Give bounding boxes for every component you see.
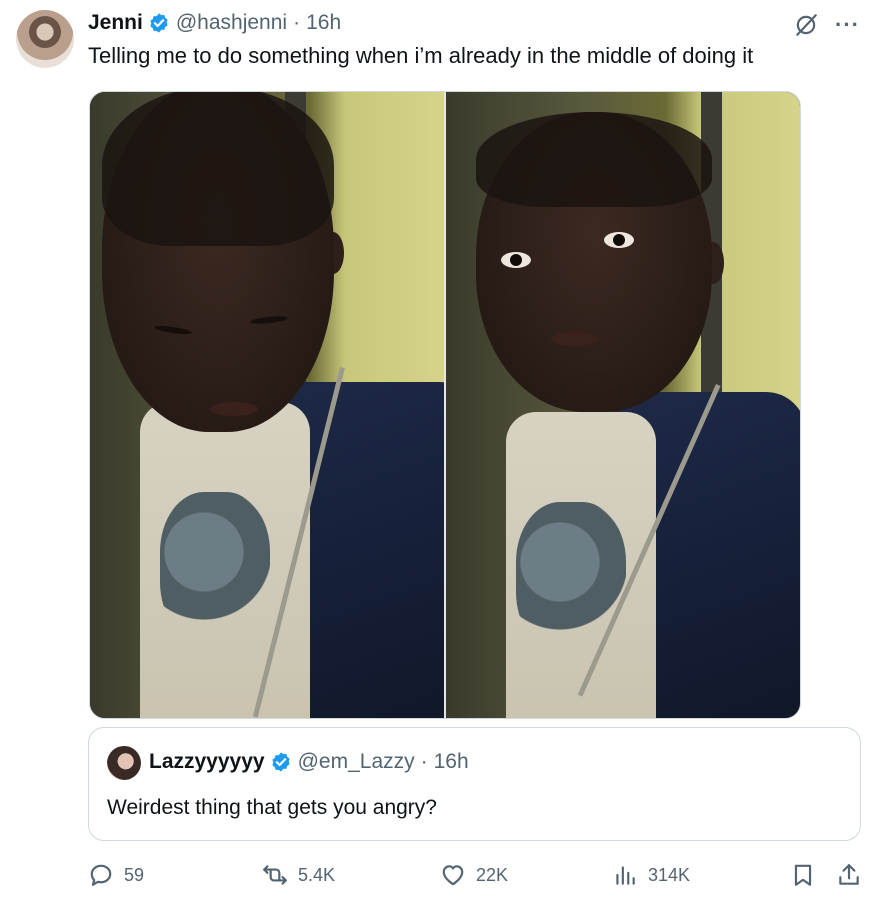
mouth	[210, 402, 258, 416]
media-panel-left	[90, 92, 444, 718]
boy-hair	[476, 112, 712, 207]
like-icon	[442, 865, 464, 886]
reply-icon	[90, 864, 112, 886]
quoted-handle: @em_Lazzy	[297, 750, 415, 773]
author-handle[interactable]: @hashjenni	[176, 11, 287, 35]
separator-dot: ·	[293, 11, 301, 34]
bookmark-button[interactable]	[790, 862, 816, 888]
quoted-time: 16h	[433, 750, 469, 773]
share-icon	[839, 864, 859, 885]
tweet-actions-bar: 59 5.4K 22K 314K	[0, 862, 882, 894]
author-name[interactable]: Jenni	[88, 11, 143, 35]
more-icon[interactable]: ···	[835, 14, 860, 36]
grok-icon[interactable]	[793, 12, 819, 38]
repost-icon	[263, 865, 287, 885]
tweet-top-actions: ···	[793, 12, 860, 38]
views-count: 314K	[648, 864, 691, 885]
quoted-tweet[interactable]: Lazzyyyyyy @em_Lazzy · 16h Weirdest thin…	[88, 727, 861, 841]
like-button[interactable]: 22K	[440, 862, 508, 888]
verified-badge-icon	[150, 13, 168, 33]
reply-button[interactable]: 59	[88, 862, 144, 888]
repost-button[interactable]: 5.4K	[262, 862, 335, 888]
views-icon	[616, 866, 635, 885]
share-button[interactable]	[836, 862, 862, 888]
quoted-header: Lazzyyyyyy @em_Lazzy · 16h	[149, 750, 469, 774]
quoted-text: Weirdest thing that gets you angry?	[107, 796, 437, 819]
tweet-time[interactable]: 16h	[306, 11, 341, 35]
like-count: 22K	[476, 864, 509, 885]
reply-count: 59	[124, 864, 145, 885]
eye-right	[604, 232, 634, 248]
media-panel-right	[444, 92, 800, 718]
mouth	[551, 332, 599, 346]
quoted-author-name: Lazzyyyyyy	[149, 750, 265, 773]
tweet-text: Telling me to do something when i’m alre…	[88, 43, 754, 68]
verified-badge-icon	[271, 752, 290, 772]
bookmark-icon	[794, 864, 812, 886]
author-avatar[interactable]	[16, 10, 74, 68]
boy-hair	[102, 92, 334, 246]
quoted-avatar	[107, 746, 141, 780]
eye-left	[501, 252, 531, 268]
repost-count: 5.4K	[298, 864, 336, 885]
shirt-print	[160, 492, 270, 642]
separator-dot: ·	[420, 750, 428, 773]
views-button[interactable]: 314K	[612, 862, 690, 888]
tweet-media-image[interactable]	[89, 91, 801, 719]
tweet-header: Jenni @hashjenni · 16h	[88, 10, 341, 36]
